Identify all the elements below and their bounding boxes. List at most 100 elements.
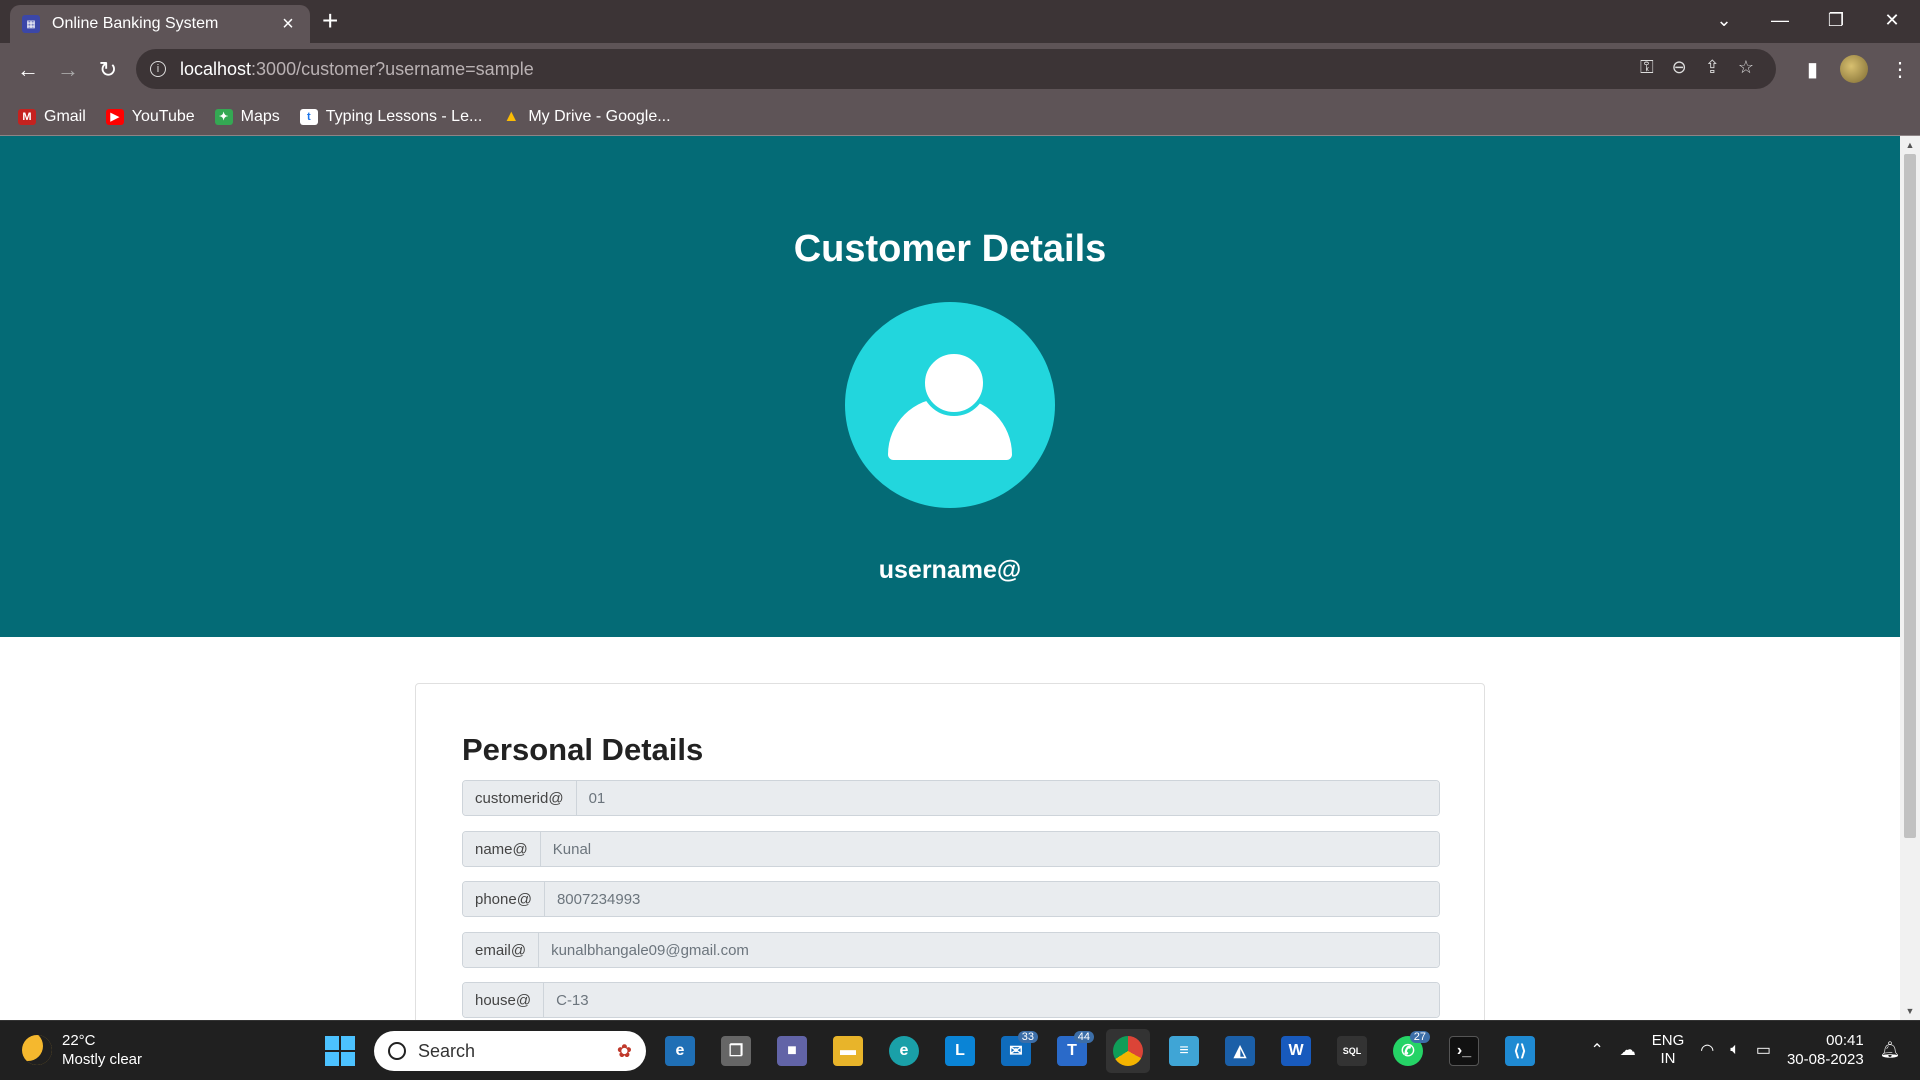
phone-field: phone@ 8007234993: [462, 881, 1440, 917]
restore-button[interactable]: ❐: [1808, 0, 1864, 40]
weather-widget[interactable]: 22°C Mostly clear: [22, 1031, 142, 1069]
address-bar[interactable]: i localhost:3000/customer?username=sampl…: [136, 49, 1776, 89]
customerid-field: customerid@ 01: [462, 780, 1440, 816]
bookmark-maps[interactable]: ✦ Maps: [214, 107, 280, 126]
back-button[interactable]: ←: [12, 54, 44, 86]
browser-tab[interactable]: ▦ Online Banking System ×: [10, 5, 310, 43]
taskbar-terminal[interactable]: ›_: [1442, 1029, 1486, 1073]
weather-desc: Mostly clear: [62, 1051, 143, 1068]
typing-icon: t: [299, 108, 318, 125]
hero-banner: Customer Details username@: [0, 136, 1900, 637]
taskbar-file-explorer[interactable]: ▬: [826, 1029, 870, 1073]
youtube-icon: ▶: [105, 108, 124, 125]
personal-details-card: Personal Details customerid@ 01 name@ Ku…: [415, 683, 1485, 1020]
notification-bell-icon[interactable]: 🔔︎: [1880, 1040, 1900, 1060]
zoom-icon[interactable]: ⊖: [1672, 57, 1687, 78]
clock[interactable]: 00:41 30-08-2023: [1787, 1031, 1864, 1069]
terminal-icon: ›_: [1449, 1036, 1479, 1066]
battery-icon[interactable]: ▭: [1756, 1040, 1771, 1060]
field-label: customerid@: [463, 781, 577, 815]
email-field: email@ kunalbhangale09@gmail.com: [462, 932, 1440, 968]
star-icon[interactable]: ☆: [1738, 57, 1754, 78]
windows-logo-icon: [325, 1036, 355, 1066]
taskbar-task-view[interactable]: ❐: [714, 1029, 758, 1073]
field-label: house@: [463, 983, 545, 1017]
taskbar-teams[interactable]: T 44: [1050, 1029, 1094, 1073]
folder-icon: ▬: [833, 1036, 863, 1066]
browser-toolbar: ← → ↻ i localhost:3000/customer?username…: [0, 43, 1920, 98]
side-panel-icon[interactable]: ▮: [1807, 57, 1818, 82]
tab-search-icon[interactable]: ⌄: [1696, 0, 1752, 40]
taskbar-photos[interactable]: ◭: [1218, 1029, 1262, 1073]
taskbar-chrome[interactable]: [1106, 1029, 1150, 1073]
task-view-icon: ❐: [721, 1036, 751, 1066]
bookmark-gmail[interactable]: M Gmail: [18, 108, 86, 126]
url-host: localhost: [180, 58, 252, 79]
mail-badge: 33: [1017, 1031, 1038, 1043]
bookmark-label: Maps: [240, 107, 280, 125]
chrome-icon: [1113, 1036, 1143, 1066]
edge-preview-icon: e: [665, 1036, 695, 1066]
user-avatar-icon: [845, 302, 1055, 508]
menu-icon[interactable]: ⋮: [1890, 57, 1910, 82]
field-label: phone@: [463, 882, 545, 916]
scroll-down-icon[interactable]: ▼: [1900, 1006, 1920, 1016]
bookmark-typing[interactable]: t Typing Lessons - Le...: [299, 107, 483, 126]
new-tab-button[interactable]: +: [322, 7, 338, 35]
key-icon[interactable]: ⚿: [1640, 57, 1654, 78]
taskbar-vscode[interactable]: ⟨⟩: [1498, 1029, 1542, 1073]
phone-input[interactable]: 8007234993: [544, 882, 1439, 916]
search-icon: [388, 1042, 406, 1060]
cloud-icon[interactable]: ☁: [1620, 1040, 1636, 1060]
bookmark-label: Typing Lessons - Le...: [325, 107, 483, 125]
taskbar-search[interactable]: Search ✿: [374, 1031, 646, 1071]
bookmark-drive[interactable]: ▲ My Drive - Google...: [502, 108, 670, 126]
taskbar-mail[interactable]: ✉ 33: [994, 1029, 1038, 1073]
taskbar-notepad[interactable]: ≡: [1162, 1029, 1206, 1073]
taskbar-mysql[interactable]: SQL: [1330, 1029, 1374, 1073]
close-icon[interactable]: ×: [278, 13, 298, 36]
name-input[interactable]: Kunal: [540, 832, 1439, 866]
l-app-icon: L: [945, 1036, 975, 1066]
house-input[interactable]: C-13: [544, 983, 1439, 1017]
chat-icon: ■: [777, 1036, 807, 1066]
scroll-up-icon[interactable]: ▲: [1900, 140, 1920, 150]
customerid-input[interactable]: 01: [576, 781, 1439, 815]
close-window-button[interactable]: ✕: [1864, 0, 1920, 40]
email-input[interactable]: kunalbhangale09@gmail.com: [539, 933, 1439, 967]
wifi-icon[interactable]: ◠: [1700, 1040, 1714, 1060]
edge-icon: e: [889, 1036, 919, 1066]
volume-icon[interactable]: 🔈︎: [1730, 1041, 1740, 1059]
taskbar-teams-chat[interactable]: ■: [770, 1029, 814, 1073]
reload-button[interactable]: ↻: [92, 54, 124, 86]
system-tray: ⌃ ☁ ENG IN ◠ 🔈︎ ▭ 00:41 30-08-2023 🔔︎: [1590, 1031, 1900, 1069]
vscode-icon: ⟨⟩: [1505, 1036, 1535, 1066]
site-favicon-icon: ▦: [22, 15, 40, 33]
taskbar-whatsapp[interactable]: ✆ 27: [1386, 1029, 1430, 1073]
language-indicator[interactable]: ENG IN: [1652, 1032, 1685, 1068]
share-icon[interactable]: ⇪: [1705, 57, 1720, 78]
search-highlight-icon: ✿: [616, 1040, 632, 1061]
bookmark-youtube[interactable]: ▶ YouTube: [105, 107, 195, 126]
start-button[interactable]: [318, 1029, 362, 1073]
tab-title: Online Banking System: [52, 15, 219, 32]
name-field: name@ Kunal: [462, 831, 1440, 867]
taskbar-l-app[interactable]: L: [938, 1029, 982, 1073]
bookmark-label: YouTube: [131, 107, 195, 125]
teams-badge: 44: [1073, 1031, 1094, 1043]
scrollbar-thumb[interactable]: [1904, 154, 1916, 838]
page-scrollbar[interactable]: ▲ ▼: [1900, 136, 1920, 1020]
profile-avatar[interactable]: [1840, 55, 1868, 83]
lang-code: ENG: [1651, 1032, 1685, 1049]
taskbar-edge[interactable]: e: [882, 1029, 926, 1073]
whatsapp-badge: 27: [1409, 1031, 1430, 1043]
house-field: house@ C-13: [462, 982, 1440, 1018]
clock-date: 30-08-2023: [1786, 1051, 1864, 1068]
chevron-up-icon[interactable]: ⌃: [1590, 1040, 1603, 1060]
notepad-icon: ≡: [1169, 1036, 1199, 1066]
taskbar-edge-preview[interactable]: e: [658, 1029, 702, 1073]
minimize-button[interactable]: —: [1752, 0, 1808, 40]
forward-button[interactable]: →: [52, 54, 84, 86]
site-info-icon[interactable]: i: [150, 61, 166, 77]
taskbar-word[interactable]: W: [1274, 1029, 1318, 1073]
